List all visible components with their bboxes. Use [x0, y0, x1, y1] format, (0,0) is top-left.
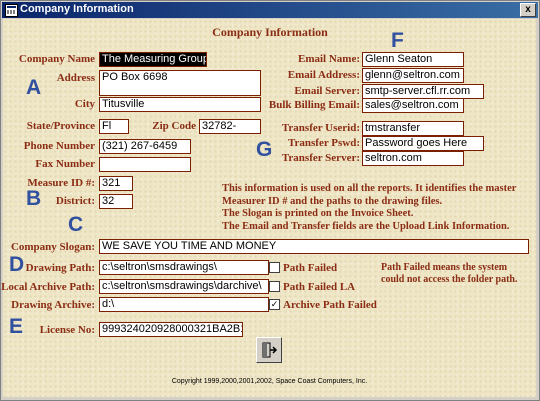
close-button[interactable]: x: [520, 3, 536, 17]
city-field[interactable]: Titusville: [99, 97, 261, 112]
email-server-label: Email Server:: [294, 85, 360, 97]
fax-field[interactable]: [99, 157, 191, 172]
address-label: Address: [56, 72, 95, 84]
company-name-field[interactable]: The Measuring Group: [99, 52, 207, 67]
section-marker-b: B: [26, 187, 42, 210]
district-field[interactable]: 32: [99, 194, 133, 209]
phone-field[interactable]: (321) 267-6459: [99, 139, 191, 154]
exit-button[interactable]: [256, 337, 282, 363]
measure-id-label: Measure ID #:: [27, 177, 95, 189]
info-line: Measurer ID # and the paths to the drawi…: [222, 195, 443, 207]
transfer-userid-field[interactable]: tmstransfer: [362, 121, 464, 136]
local-archive-field[interactable]: c:\seltron\smsdrawings\darchive\: [99, 279, 269, 294]
path-failed-label: Path Failed: [283, 262, 338, 274]
path-failed-note: Path Failed means the system could not a…: [381, 262, 518, 285]
measure-id-field[interactable]: 321: [99, 176, 133, 191]
archive-path-failed-checkbox[interactable]: ✓: [269, 299, 280, 310]
path-failed-la-label: Path Failed LA: [283, 281, 356, 293]
email-address-label: Email Address:: [287, 69, 360, 81]
info-line: This information is used on all the repo…: [222, 183, 517, 194]
section-marker-e: E: [9, 315, 24, 338]
slogan-label: Company Slogan:: [10, 241, 95, 253]
window-title: Company Information: [20, 3, 134, 15]
license-field[interactable]: 999324020928000321BA2B15: [99, 322, 243, 337]
transfer-userid-label: Transfer Userid:: [281, 122, 360, 134]
drawing-path-label: Drawing Path:: [25, 262, 95, 274]
state-field[interactable]: Fl: [99, 119, 129, 134]
info-line: The Email and Transfer fields are the Up…: [222, 220, 510, 232]
address-field[interactable]: PO Box 6698: [99, 70, 261, 96]
zip-field[interactable]: 32782-: [199, 119, 261, 134]
email-name-label: Email Name:: [297, 53, 360, 65]
section-marker-a: A: [26, 76, 42, 99]
email-name-field[interactable]: Glenn Seaton: [362, 52, 464, 67]
copyright-text: Copyright 1999,2000,2001,2002, Space Coa…: [171, 378, 368, 385]
transfer-server-field[interactable]: seltron.com: [362, 151, 464, 166]
local-archive-label: Local Archive Path:: [1, 281, 95, 293]
section-marker-f: F: [391, 29, 404, 52]
section-marker-d: D: [9, 253, 25, 276]
drawing-archive-label: Drawing Archive:: [11, 299, 95, 311]
company-name-label: Company Name: [18, 53, 95, 65]
zip-label: Zip Code: [152, 120, 196, 132]
state-label: State/Province: [26, 120, 95, 132]
info-line: The Slogan is printed on the Invoice She…: [222, 208, 414, 219]
transfer-server-label: Transfer Server:: [281, 152, 360, 164]
archive-path-failed-label: Archive Path Failed: [283, 299, 377, 311]
email-address-field[interactable]: glenn@seltron.com: [362, 68, 464, 83]
bulk-billing-label: Bulk Billing Email:: [268, 99, 360, 111]
slogan-field[interactable]: WE SAVE YOU TIME AND MONEY: [99, 239, 529, 254]
drawing-path-field[interactable]: c:\seltron\smsdrawings\: [99, 260, 269, 275]
transfer-pswd-field[interactable]: Password goes Here: [362, 136, 484, 151]
exit-door-icon: [262, 342, 278, 358]
fax-label: Fax Number: [35, 158, 95, 170]
email-server-field[interactable]: smtp-server.cfl.rr.com: [362, 84, 484, 99]
drawing-archive-field[interactable]: d:\: [99, 297, 269, 312]
form-canvas: Company Information A B C D E F G Compan…: [1, 19, 536, 397]
info-text: This information is used on all the repo…: [222, 183, 516, 233]
section-marker-c: C: [68, 213, 84, 236]
phone-label: Phone Number: [23, 140, 95, 152]
form-icon: [5, 4, 18, 17]
license-label: License No:: [39, 324, 95, 336]
path-failed-checkbox[interactable]: [269, 262, 280, 273]
transfer-pswd-label: Transfer Pswd:: [287, 137, 360, 149]
path-failed-la-checkbox[interactable]: [269, 281, 280, 292]
section-marker-g: G: [256, 138, 273, 161]
bulk-billing-field[interactable]: sales@seltron.com: [362, 98, 464, 113]
title-bar[interactable]: Company Information x: [2, 2, 538, 18]
city-label: City: [74, 98, 95, 110]
district-label: District:: [55, 195, 95, 207]
page-title: Company Information: [212, 25, 328, 39]
